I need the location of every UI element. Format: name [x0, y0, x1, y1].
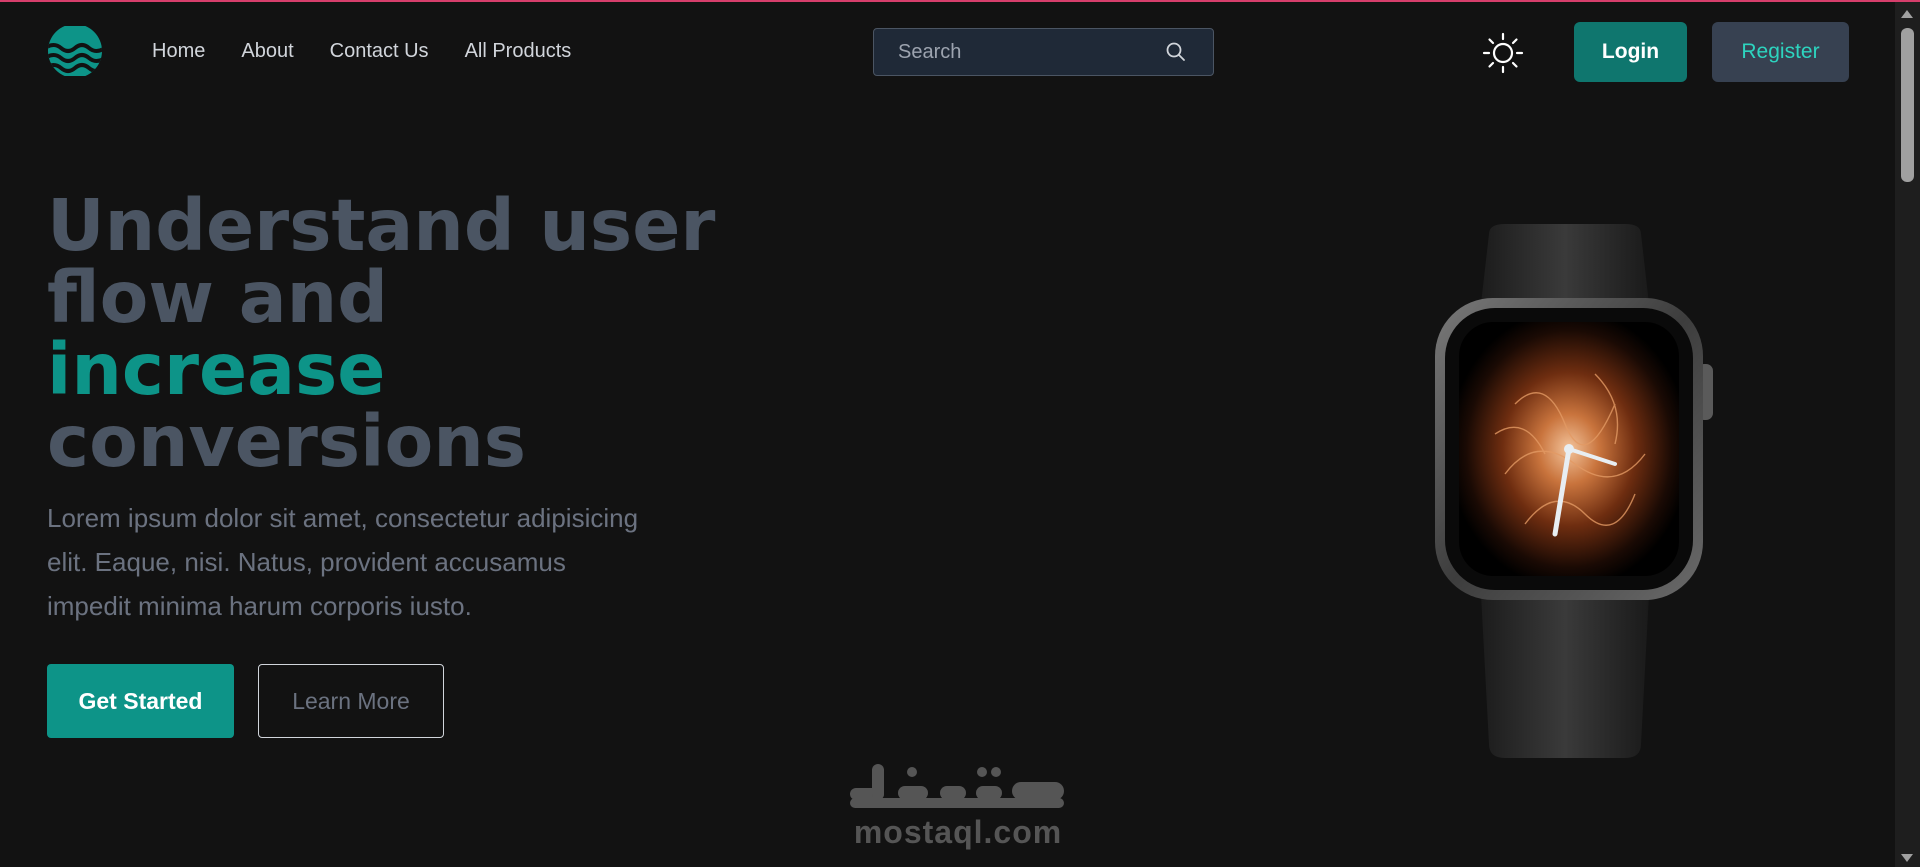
nav-link-contact[interactable]: Contact Us	[330, 40, 429, 63]
nav-link-all-products[interactable]: All Products	[465, 40, 572, 63]
watermark-logo	[850, 764, 1064, 808]
scroll-down-arrow-icon[interactable]	[1901, 854, 1913, 862]
nav-link-about[interactable]: About	[241, 40, 293, 63]
hero-title: Understand user flow and increase conver…	[47, 190, 747, 478]
hero-title-line-1: Understand user	[47, 184, 716, 267]
get-started-button[interactable]: Get Started	[47, 664, 234, 738]
search-input[interactable]	[874, 28, 1165, 76]
hero-title-accent: increase	[47, 328, 386, 411]
navbar: Home About Contact Us All Products Searc…	[0, 2, 1895, 102]
smartwatch-image	[1425, 224, 1725, 760]
hero-title-line-4: conversions	[47, 400, 527, 483]
nav-links: Home About Contact Us All Products	[152, 40, 571, 63]
scrollbar[interactable]	[1895, 2, 1920, 867]
wave-logo-icon[interactable]	[47, 26, 103, 76]
login-button[interactable]: Login	[1574, 22, 1687, 82]
watermark-domain: mostaql.com	[853, 814, 1063, 850]
register-button[interactable]: Register	[1712, 22, 1849, 82]
watermark: mostaql.com	[842, 758, 1074, 858]
scroll-thumb[interactable]	[1901, 28, 1914, 182]
scroll-up-arrow-icon[interactable]	[1901, 10, 1913, 18]
nav-link-home[interactable]: Home	[152, 40, 205, 63]
search-box	[873, 28, 1214, 76]
page: Home About Contact Us All Products Searc…	[0, 0, 1920, 867]
hero-description: Lorem ipsum dolor sit amet, consectetur …	[47, 503, 639, 621]
sun-icon[interactable]	[1482, 32, 1524, 74]
learn-more-button[interactable]: Learn More	[258, 664, 444, 738]
search-icon[interactable]	[1165, 40, 1187, 64]
hero-title-line-2: flow and	[47, 256, 388, 339]
